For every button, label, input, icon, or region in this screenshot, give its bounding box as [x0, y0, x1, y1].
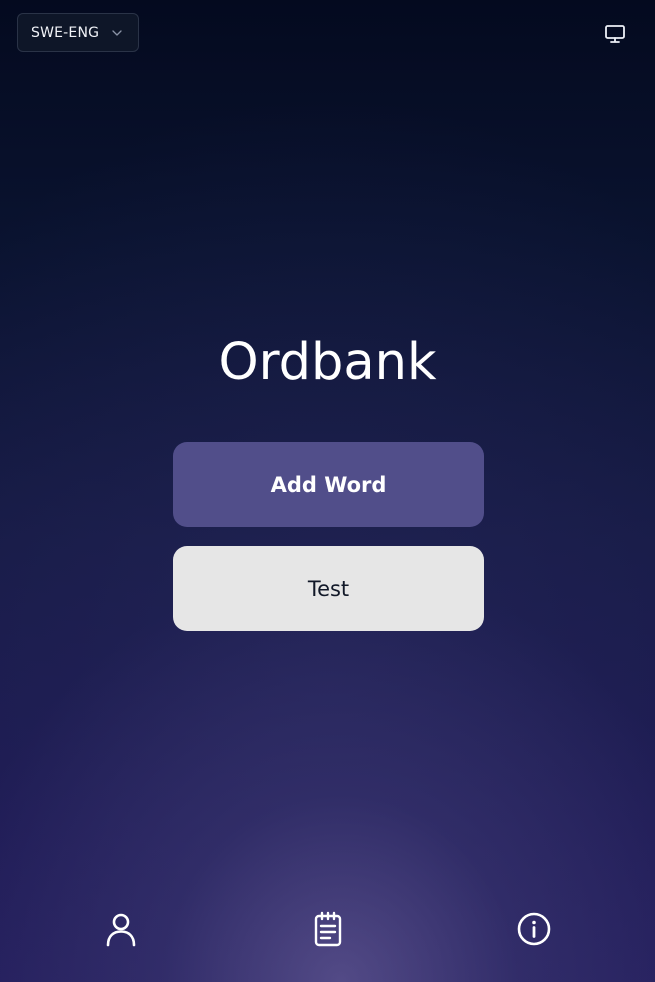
monitor-icon[interactable]: [603, 22, 627, 46]
chevron-down-icon: [112, 30, 122, 36]
language-select[interactable]: SWE-ENG: [17, 13, 139, 52]
page-title: Ordbank: [218, 333, 437, 392]
user-icon[interactable]: [102, 910, 140, 948]
language-select-value: SWE-ENG: [31, 24, 100, 41]
info-icon[interactable]: [515, 910, 553, 948]
notepad-icon[interactable]: [309, 910, 347, 948]
add-word-button[interactable]: Add Word: [173, 442, 484, 527]
test-button[interactable]: Test: [173, 546, 484, 631]
bottom-nav: [0, 892, 655, 982]
